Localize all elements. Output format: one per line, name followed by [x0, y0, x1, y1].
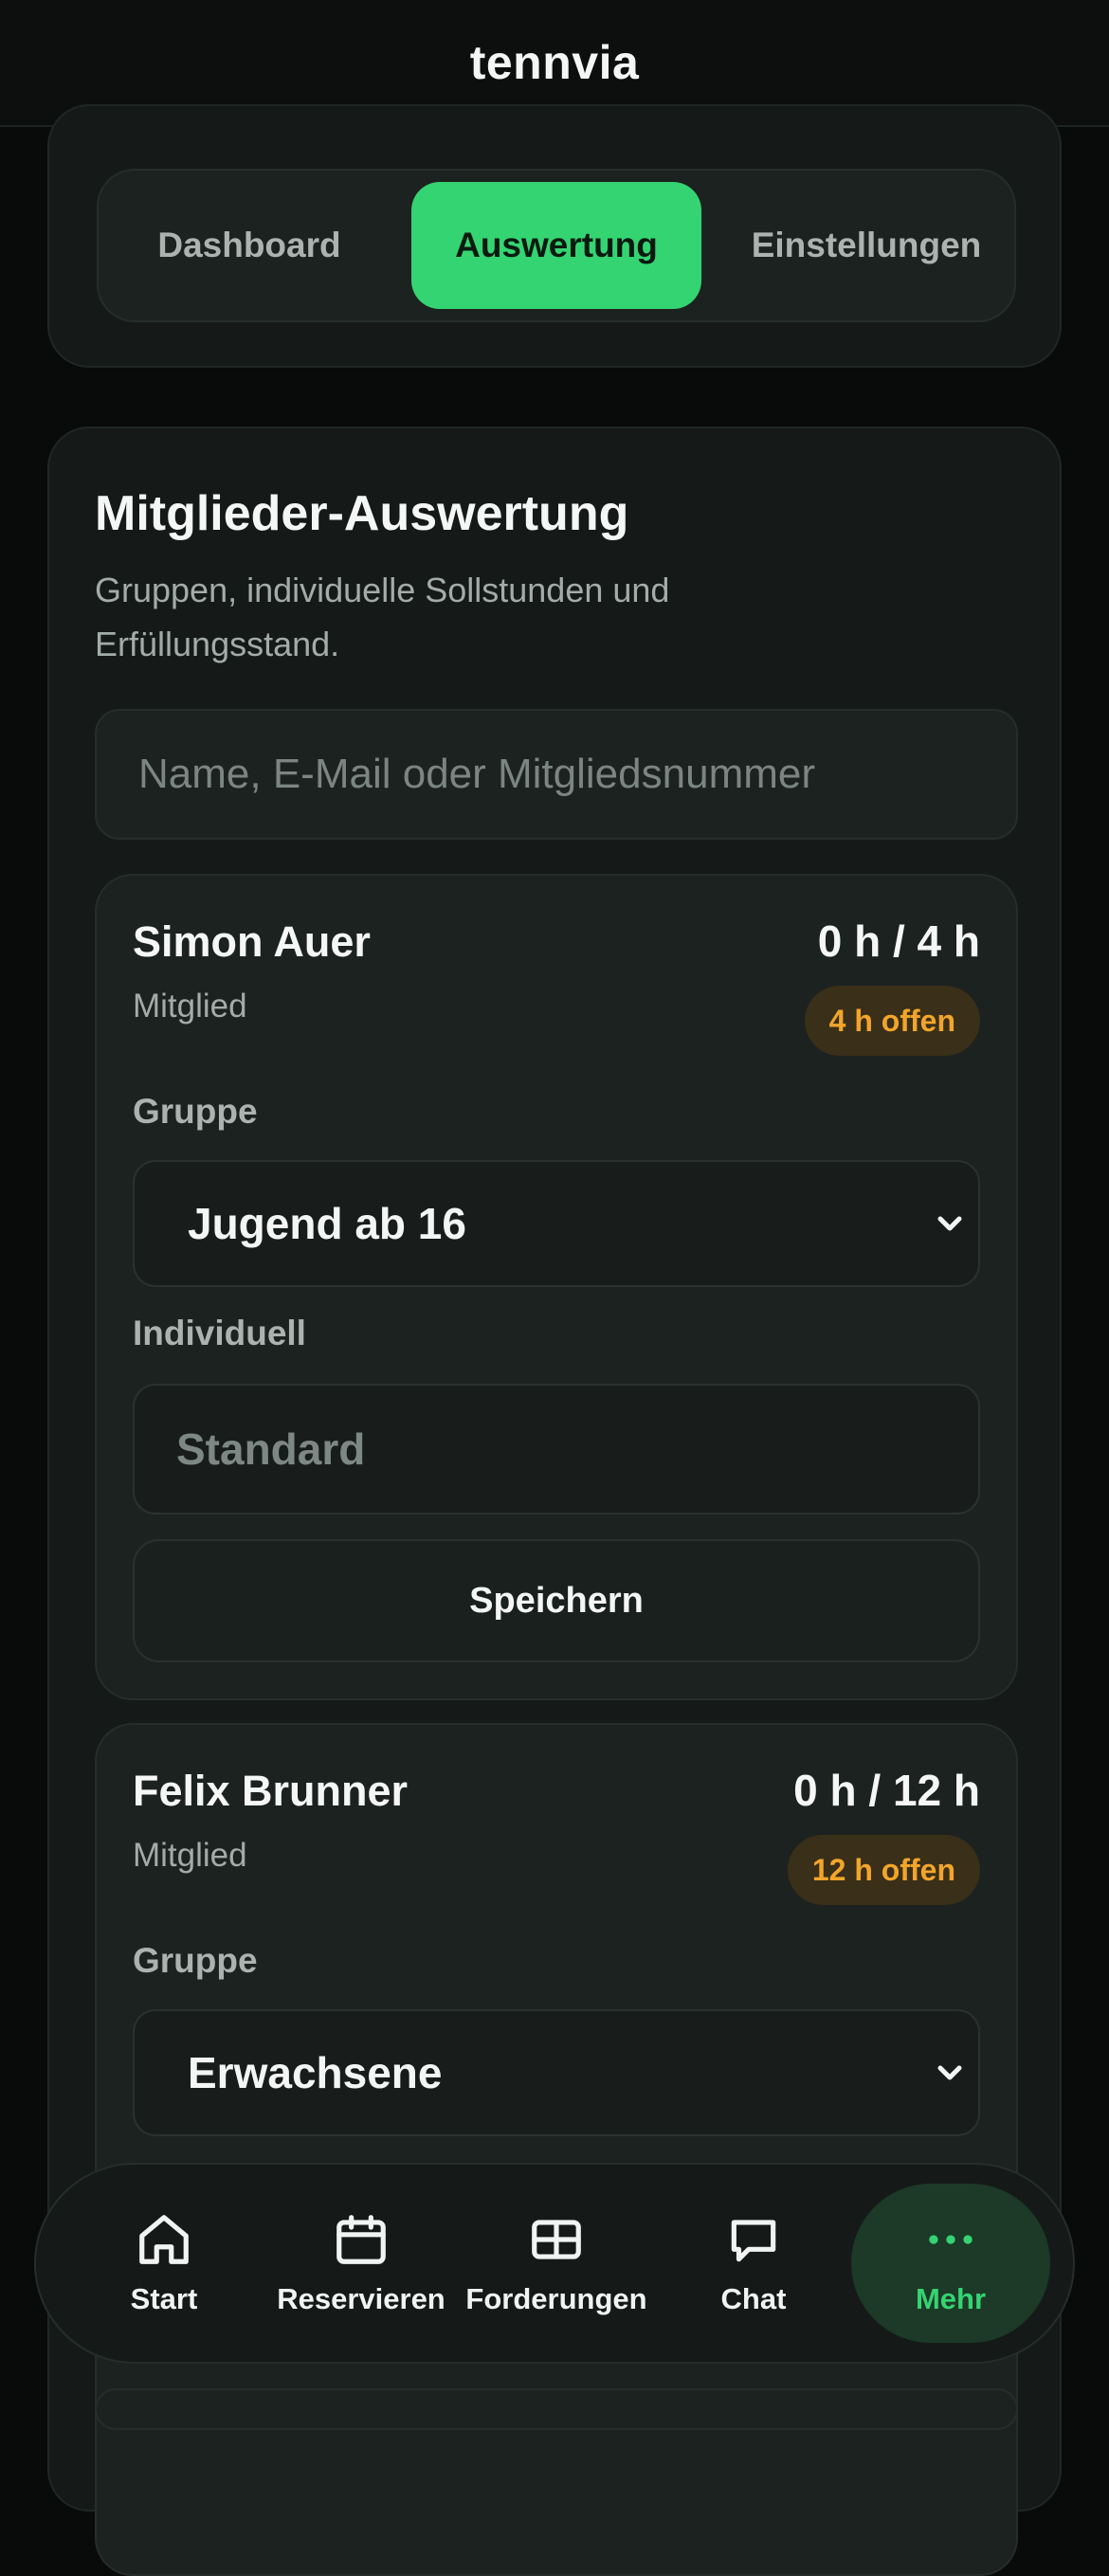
nav-item-chat[interactable]: Chat	[654, 2184, 853, 2343]
nav-label: Chat	[720, 2282, 787, 2315]
group-select-value: Erwachsene	[188, 2048, 443, 2097]
next-card-peek	[95, 2388, 1018, 2430]
member-hours: 0 h / 12 h	[793, 1766, 980, 1815]
calendar-icon	[336, 2215, 386, 2264]
member-card: Simon Auer Mitglied 0 h / 4 h 4 h offen …	[95, 874, 1018, 1700]
grid-icon	[532, 2220, 581, 2259]
nav-label: Forderungen	[465, 2282, 647, 2315]
group-label: Gruppe	[133, 1092, 258, 1131]
chevron-down-icon	[937, 1216, 962, 1231]
tab-auswertung[interactable]: Auswertung	[411, 182, 701, 309]
nav-item-mehr[interactable]: Mehr	[851, 2184, 1050, 2343]
individual-hours-input[interactable]	[133, 1384, 980, 1515]
section-subtitle: Gruppen, individuelle Sollstunden und Er…	[95, 571, 670, 663]
member-card: Felix Brunner Mitglied 0 h / 12 h 12 h o…	[95, 1723, 1018, 2576]
bottom-nav: Start Reservieren Forderungen Chat Mehr	[34, 2163, 1075, 2364]
chevron-down-icon	[937, 2065, 962, 2080]
member-name: Simon Auer	[133, 917, 371, 966]
nav-label: Reservieren	[277, 2282, 445, 2315]
member-hours: 0 h / 4 h	[817, 916, 980, 966]
nav-item-forderungen[interactable]: Forderungen	[457, 2184, 656, 2343]
chat-icon	[731, 2220, 776, 2262]
search-input[interactable]	[95, 709, 1018, 840]
nav-item-start[interactable]: Start	[64, 2184, 264, 2343]
group-select-value: Jugend ab 16	[188, 1199, 466, 1248]
open-hours-badge: 12 h offen	[787, 1835, 980, 1905]
more-icon	[929, 2235, 973, 2244]
tab-einstellungen[interactable]: Einstellungen	[724, 182, 1009, 309]
section-title: Mitglieder-Auswertung	[95, 486, 629, 541]
app-title: tennvia	[469, 36, 640, 89]
save-button[interactable]: Speichern	[133, 1539, 980, 1662]
group-select[interactable]: Erwachsene	[133, 2009, 980, 2136]
home-icon	[139, 2215, 189, 2264]
group-select[interactable]: Jugend ab 16	[133, 1160, 980, 1287]
tab-dashboard[interactable]: Dashboard	[112, 182, 387, 309]
tab-bar: Dashboard Auswertung Einstellungen	[97, 169, 1016, 322]
nav-item-reservieren[interactable]: Reservieren	[262, 2184, 461, 2343]
nav-label: Start	[130, 2282, 198, 2315]
open-hours-badge: 4 h offen	[804, 986, 980, 1056]
individual-label: Individuell	[133, 1314, 306, 1352]
group-label: Gruppe	[133, 1941, 258, 1980]
nav-label: Mehr	[915, 2282, 987, 2315]
tabs-card: Dashboard Auswertung Einstellungen	[47, 104, 1062, 368]
member-name: Felix Brunner	[133, 1767, 409, 1815]
member-role: Mitglied	[133, 988, 247, 1025]
member-role: Mitglied	[133, 1837, 247, 1874]
